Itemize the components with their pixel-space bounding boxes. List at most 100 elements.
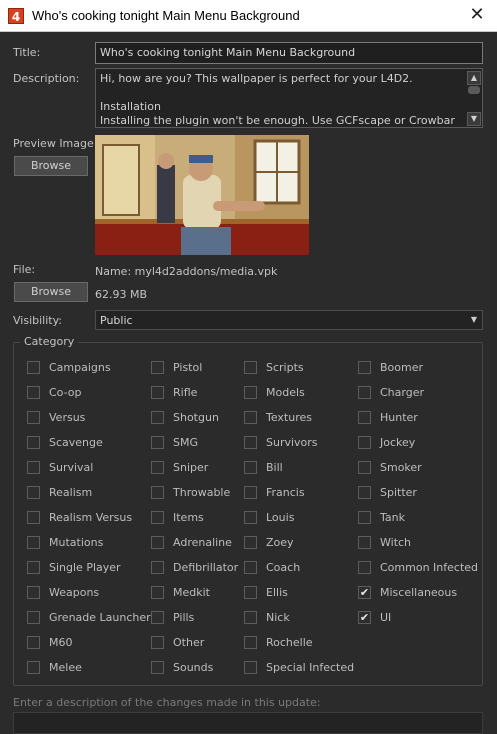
checkbox[interactable]: ✔ — [358, 611, 371, 624]
checkbox-label: Other — [173, 636, 205, 649]
checkbox-label: Common Infected — [380, 561, 479, 574]
checkbox-label: Shotgun — [173, 411, 219, 424]
checkbox[interactable] — [151, 636, 164, 649]
scroll-up-icon[interactable]: ▲ — [467, 71, 481, 85]
checkbox[interactable] — [151, 461, 164, 474]
checkbox[interactable] — [27, 511, 40, 524]
description-textarea[interactable]: Hi, how are you? This wallpaper is perfe… — [95, 68, 483, 128]
close-icon[interactable]: ✕ — [462, 2, 492, 28]
preview-image-label: Preview Image: — [13, 137, 98, 150]
file-name-text: Name: myl4d2addons/media.vpk — [95, 265, 278, 278]
checkbox-label: Single Player — [49, 561, 121, 574]
checkbox-label: Boomer — [380, 361, 424, 374]
checkbox[interactable] — [358, 386, 371, 399]
checkbox-label: Versus — [49, 411, 86, 424]
checkbox[interactable] — [151, 511, 164, 524]
checkbox[interactable] — [151, 611, 164, 624]
checkbox[interactable] — [151, 661, 164, 674]
checkbox-label: UI — [380, 611, 392, 624]
checkbox[interactable] — [358, 361, 371, 374]
checkbox-label: Items — [173, 511, 204, 524]
checkbox-label: M60 — [49, 636, 73, 649]
checkbox[interactable] — [244, 661, 257, 674]
checkbox[interactable] — [151, 436, 164, 449]
title-input[interactable]: Who's cooking tonight Main Menu Backgrou… — [95, 42, 483, 64]
scroll-down-icon[interactable]: ▼ — [467, 112, 481, 126]
app-logo-icon: 4 — [8, 8, 24, 24]
browse-file-button[interactable]: Browse — [14, 282, 88, 302]
visibility-select[interactable]: Public ▼ — [95, 310, 483, 330]
checkbox-label: Smoker — [380, 461, 422, 474]
checkbox-label: Sniper — [173, 461, 209, 474]
checkbox-label: Throwable — [173, 486, 231, 499]
checkbox[interactable] — [244, 586, 257, 599]
checkbox-label: Miscellaneous — [380, 586, 458, 599]
checkbox[interactable]: ✔ — [358, 586, 371, 599]
checkbox-label: Francis — [266, 486, 305, 499]
checkbox[interactable] — [358, 436, 371, 449]
browse-preview-button[interactable]: Browse — [14, 156, 88, 176]
checkbox[interactable] — [27, 586, 40, 599]
checkbox-label: Charger — [380, 386, 424, 399]
checkbox[interactable] — [244, 436, 257, 449]
checkbox-label: Coach — [266, 561, 301, 574]
checkbox[interactable] — [244, 486, 257, 499]
file-label: File: — [13, 263, 36, 276]
checkbox[interactable] — [27, 436, 40, 449]
checkbox[interactable] — [151, 486, 164, 499]
checkbox[interactable] — [151, 386, 164, 399]
checkbox[interactable] — [27, 361, 40, 374]
checkbox-label: Witch — [380, 536, 412, 549]
checkbox[interactable] — [151, 361, 164, 374]
checkbox[interactable] — [27, 611, 40, 624]
checkbox-label: Louis — [266, 511, 295, 524]
checkbox-label: Zoey — [266, 536, 294, 549]
checkbox-label: Grenade Launcher — [49, 611, 151, 624]
checkbox[interactable] — [27, 461, 40, 474]
checkbox[interactable] — [358, 486, 371, 499]
preview-image — [95, 135, 309, 255]
checkbox[interactable] — [358, 561, 371, 574]
checkbox[interactable] — [151, 586, 164, 599]
checkbox[interactable] — [244, 561, 257, 574]
checkbox[interactable] — [244, 511, 257, 524]
checkbox-label: Textures — [266, 411, 312, 424]
checkbox-label: Realism Versus — [49, 511, 133, 524]
checkbox[interactable] — [244, 461, 257, 474]
checkbox-label: Survival — [49, 461, 94, 474]
checkbox[interactable] — [151, 536, 164, 549]
checkbox-label: Co-op — [49, 386, 82, 399]
checkbox[interactable] — [244, 361, 257, 374]
checkbox-label: Defibrillator — [173, 561, 239, 574]
checkbox[interactable] — [27, 386, 40, 399]
checkbox[interactable] — [244, 386, 257, 399]
checkbox[interactable] — [244, 536, 257, 549]
checkbox[interactable] — [151, 411, 164, 424]
visibility-label: Visibility: — [13, 314, 63, 327]
description-label: Description: — [13, 72, 80, 85]
checkbox[interactable] — [244, 636, 257, 649]
title-label: Title: — [13, 46, 41, 59]
checkbox[interactable] — [151, 561, 164, 574]
checkbox[interactable] — [27, 561, 40, 574]
checkbox[interactable] — [358, 511, 371, 524]
checkbox[interactable] — [27, 661, 40, 674]
checkbox-label: Hunter — [380, 411, 418, 424]
checkbox[interactable] — [27, 636, 40, 649]
checkbox[interactable] — [358, 411, 371, 424]
scrollbar-thumb[interactable] — [468, 86, 480, 94]
changes-description-input[interactable] — [13, 712, 483, 734]
checkbox[interactable] — [27, 486, 40, 499]
checkbox-label: Sounds — [173, 661, 214, 674]
chevron-down-icon: ▼ — [470, 315, 477, 324]
checkbox-label: Jockey — [380, 436, 416, 449]
checkbox[interactable] — [27, 411, 40, 424]
checkbox-label: Spitter — [380, 486, 417, 499]
checkbox[interactable] — [244, 411, 257, 424]
checkbox[interactable] — [358, 461, 371, 474]
checkbox[interactable] — [244, 611, 257, 624]
checkbox-label: Special Infected — [266, 661, 355, 674]
checkbox[interactable] — [27, 536, 40, 549]
checkbox-label: Medkit — [173, 586, 210, 599]
checkbox[interactable] — [358, 536, 371, 549]
